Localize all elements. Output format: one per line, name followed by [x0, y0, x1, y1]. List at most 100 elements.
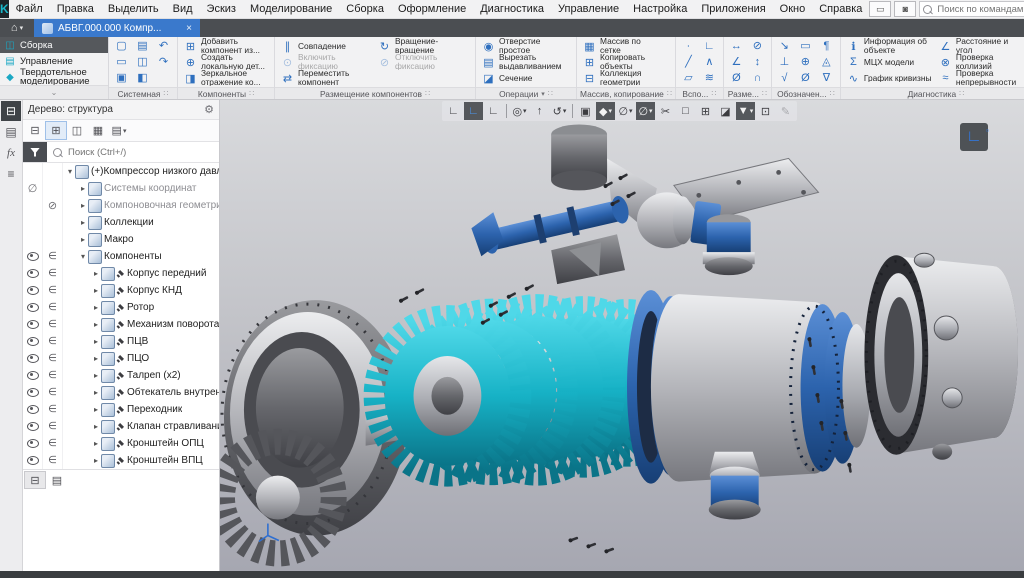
tree-structure-view-icon[interactable]: ⊟	[25, 122, 45, 139]
thread-icon[interactable]: Ø	[796, 70, 815, 85]
zoom-fit-icon[interactable]: ↑	[530, 102, 549, 120]
continuity-check-button[interactable]: ≈ Проверка непрерывности	[936, 70, 1024, 86]
expand-arrow-icon[interactable]: ▸	[78, 184, 88, 193]
create-local-part-button[interactable]: ⊕ Создать локальную дет...	[181, 54, 271, 70]
expand-arrow-icon[interactable]: ▸	[91, 337, 101, 346]
ribbon-collapse-icon[interactable]: ⌄	[0, 85, 108, 99]
menu-item-5[interactable]: Моделирование	[243, 0, 339, 18]
cut-extrude-button[interactable]: ▤ Вырезать выдавливанием	[479, 54, 573, 70]
menu-item-4[interactable]: Эскиз	[200, 0, 243, 18]
tab-close-icon[interactable]: ×	[186, 23, 192, 34]
expand-arrow-icon[interactable]: ▸	[91, 405, 101, 414]
polyline-icon[interactable]: ∧	[700, 54, 719, 69]
menu-item-7[interactable]: Оформление	[391, 0, 473, 18]
grid-array-button[interactable]: ▦ Массив по сетке	[580, 38, 662, 54]
tree-filter-button[interactable]	[23, 142, 47, 162]
tree-row[interactable]: ∈ ▸ Клапан стравливания (x2)	[23, 418, 219, 435]
note-icon[interactable]: ¶	[817, 38, 836, 53]
visibility-eye-icon[interactable]	[26, 422, 39, 431]
visibility-eye-icon[interactable]	[26, 303, 39, 312]
tree-row[interactable]: ▸ Макро	[23, 231, 219, 248]
visibility-eye-icon[interactable]	[26, 337, 39, 346]
tree-row[interactable]: ∈ ▸ Механизм поворота (x2)	[23, 316, 219, 333]
expand-arrow-icon[interactable]: ▸	[78, 235, 88, 244]
tree-row[interactable]: ∈ ▸ Корпус КНД	[23, 282, 219, 299]
rotation-rotation-button[interactable]: ↻ Вращение-вращение	[375, 38, 472, 54]
csys-display-icon[interactable]: ∟	[444, 102, 463, 120]
include-icon[interactable]: ∈	[48, 438, 57, 449]
menu-item-13[interactable]: Справка	[812, 0, 869, 18]
variables-panel-icon[interactable]: fx	[1, 143, 21, 163]
ribbon-mode-Сборка[interactable]: ◫ Сборка	[0, 37, 108, 53]
expand-arrow-icon[interactable]: ▸	[91, 388, 101, 397]
screenshot-icon[interactable]: ◙	[894, 1, 917, 17]
expand-arrow-icon[interactable]: ▾	[65, 167, 75, 176]
collision-check-button[interactable]: ⊗ Проверка коллизий	[936, 54, 1024, 70]
command-search[interactable]	[919, 1, 1024, 17]
tree-row[interactable]: ∈ ▸ Обтекатель внутренний	[23, 384, 219, 401]
3d-viewport[interactable]: ∟ ∟ ∟ ◎ ▾ ↑ ↺ ▾ ▣ ◆ ▾ ∅ ▾ ∅ ▾ ✂ □ ⊞ ◪ ▼ ▾ ⊡ ✎ ∟	[220, 100, 1024, 571]
menu-item-8[interactable]: Диагностика	[473, 0, 551, 18]
visibility-eye-icon[interactable]	[26, 405, 39, 414]
orientation-view-icon[interactable]: ∟	[484, 102, 503, 120]
visibility-eye-icon[interactable]	[26, 456, 39, 465]
model-canvas[interactable]	[220, 100, 1024, 571]
include-icon[interactable]: ∈	[48, 404, 57, 415]
local-csys-icon[interactable]: ∟	[700, 38, 719, 53]
menu-item-0[interactable]: Файл	[9, 0, 50, 18]
document-tab[interactable]: АБВГ.000.000 Компр... ×	[34, 19, 200, 37]
tree-row[interactable]: ∈ ▸ Переходник	[23, 401, 219, 418]
tree-row[interactable]: ▸ Коллекции	[23, 214, 219, 231]
clip-geometry-icon[interactable]: ✂	[656, 102, 675, 120]
mirror-components-button[interactable]: ◨ Зеркальное отражение ко...	[181, 70, 271, 86]
object-info-button[interactable]: ℹ Информация об объекте	[844, 38, 936, 54]
move-component-button[interactable]: ⇄ Переместить компонент	[278, 70, 375, 86]
redo-icon[interactable]: ↷	[154, 54, 173, 69]
linear-dimension-icon[interactable]: ↔	[727, 38, 746, 53]
tree-display-options-icon[interactable]: ▤ ▾	[109, 122, 129, 139]
axis-icon[interactable]: ╱	[679, 54, 698, 69]
height-dimension-icon[interactable]: ↕	[748, 54, 767, 69]
visibility-eye-icon[interactable]	[26, 252, 39, 261]
expand-arrow-icon[interactable]: ▸	[91, 439, 101, 448]
excluded-icon[interactable]: ⊘	[48, 199, 57, 212]
command-search-input[interactable]	[935, 2, 1024, 16]
visibility-eye-icon[interactable]	[26, 371, 39, 380]
plane-icon[interactable]: ▱	[679, 70, 698, 85]
tree-row[interactable]: ∈ ▸ Ротор	[23, 299, 219, 316]
expand-arrow-icon[interactable]: ▸	[91, 303, 101, 312]
include-icon[interactable]: ∈	[48, 336, 57, 347]
visibility-eye-icon[interactable]	[26, 388, 39, 397]
ribbon-mode-Твердотельное моделирование[interactable]: ◆ Твердотельное моделирование	[0, 68, 108, 87]
tree-tab-structure-icon[interactable]: ⊟	[24, 471, 46, 489]
roughness-icon[interactable]: √	[775, 70, 794, 85]
print-preview-icon[interactable]: ◫	[133, 54, 152, 69]
menu-item-11[interactable]: Приложения	[694, 0, 772, 18]
section-display-icon[interactable]: ⊡	[756, 102, 775, 120]
menu-item-12[interactable]: Окно	[773, 0, 813, 18]
tree-objects-view-icon[interactable]: ◫	[67, 122, 87, 139]
tree-row[interactable]: ∈ ▸ Корпус передний	[23, 265, 219, 282]
model-bleed-valve-top[interactable]	[702, 214, 755, 276]
tree-composition-view-icon[interactable]: ⊞	[45, 121, 67, 140]
expand-arrow-icon[interactable]: ▸	[91, 422, 101, 431]
copy-objects-button[interactable]: ⊞ Копировать объекты	[580, 54, 662, 70]
menu-item-3[interactable]: Вид	[166, 0, 200, 18]
tree-row[interactable]: ▾ (+)Компрессор низкого давления (Т	[23, 163, 219, 180]
expand-arrow-icon[interactable]: ▸	[91, 456, 101, 465]
tree-row[interactable]: ∈ ▸ ПЦО	[23, 350, 219, 367]
model-bleed-valve-bottom[interactable]	[708, 451, 761, 520]
save-icon[interactable]: ▣	[112, 70, 131, 85]
main-menu-panel-icon[interactable]: ≡	[1, 164, 21, 184]
open-icon[interactable]: ▭	[112, 54, 131, 69]
expand-arrow-icon[interactable]: ▸	[78, 201, 88, 210]
coincide-button[interactable]: ∥ Совпадение	[278, 38, 375, 54]
rotate-view-icon[interactable]: ↺ ▾	[550, 102, 569, 120]
menu-item-6[interactable]: Сборка	[339, 0, 391, 18]
print-icon[interactable]: ▤	[133, 38, 152, 53]
leader-icon[interactable]: ↘	[775, 38, 794, 53]
include-icon[interactable]: ∈	[48, 353, 57, 364]
geometry-collection-button[interactable]: ⊟ Коллекция геометрии	[580, 70, 662, 86]
window-icon[interactable]: □	[676, 102, 695, 120]
windows-cascade-icon[interactable]: ⊞	[696, 102, 715, 120]
